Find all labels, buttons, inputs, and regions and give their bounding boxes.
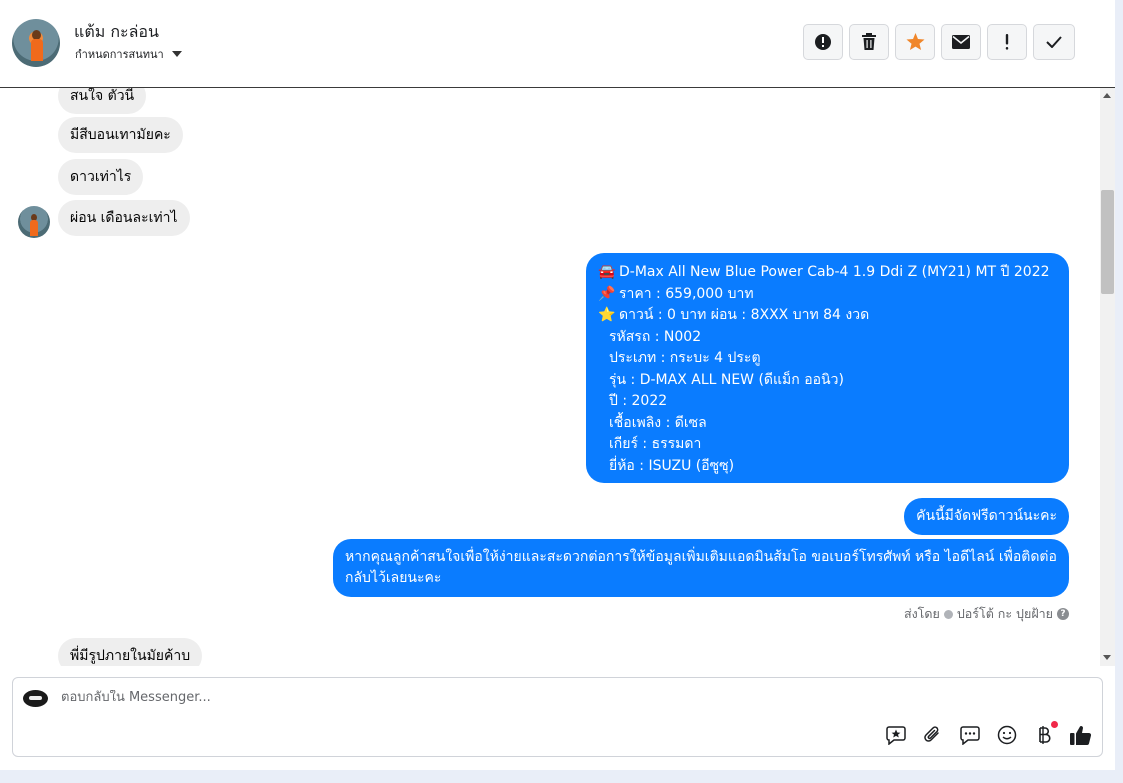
incoming-message: สนใจ ตัวนี [58, 88, 147, 114]
saved-reply-icon [886, 726, 906, 745]
message-thread: สนใจ ตัวนี มีสีบอนเทามัยคะ ดาวเท่าไร ผ่อ… [0, 88, 1100, 666]
mark-unread-button[interactable] [941, 24, 981, 60]
payment-button[interactable] [1033, 721, 1058, 746]
envelope-icon [952, 35, 970, 49]
listing-title: D-Max All New Blue Power Cab-4 1.9 Ddi Z… [619, 264, 1050, 280]
notification-dot [1051, 721, 1058, 728]
scroll-up-icon[interactable] [1103, 93, 1111, 98]
check-icon [1046, 36, 1062, 48]
trash-icon [862, 33, 876, 50]
outgoing-message: หากคุณลูกค้าสนใจเพื่อให้ง่ายและสะดวกต่อก… [333, 539, 1069, 597]
mark-spam-button[interactable] [803, 24, 843, 60]
reply-input[interactable] [61, 690, 761, 705]
thumbs-up-icon [1070, 725, 1092, 745]
saved-reply-button[interactable] [885, 724, 907, 746]
listing-model: รุ่น : D-MAX ALL NEW (ดีแม็ก ออนิว) [609, 371, 844, 388]
sent-by-info: ส่งโดย ปอร์โต้ กะ ปุยฝ้าย ? [904, 604, 1069, 624]
conversation-panel: แต้ม กะล่อน กำหนดการสนทนา สนใจ ตัวนี มีส… [0, 0, 1115, 770]
outgoing-message: คันนี้มีจัดฟรีดาวน์นะคะ [904, 498, 1069, 535]
conversation-toolbar [803, 24, 1075, 60]
composer-actions [885, 721, 1092, 746]
baht-icon [1039, 726, 1051, 744]
star-icon [906, 33, 924, 51]
incoming-message: มีสีบอนเทามัยคะ [58, 117, 183, 153]
incoming-message: ดาวเท่าไร [58, 159, 144, 195]
incoming-message: ผ่อน เดือนละเท่าไ [58, 200, 190, 236]
contact-name[interactable]: แต้ม กะล่อน [74, 20, 159, 45]
listing-price: ราคา : 659,000 บาท [619, 285, 754, 302]
delete-button[interactable] [849, 24, 889, 60]
pushpin-emoji: 📌 [598, 285, 616, 302]
status-label: กำหนดการสนทนา [75, 48, 164, 61]
follow-up-button[interactable] [987, 24, 1027, 60]
contact-avatar[interactable] [12, 19, 60, 67]
page-logo-avatar [23, 690, 48, 707]
agent-status-icon [943, 609, 953, 619]
paperclip-icon [924, 726, 939, 742]
star-button[interactable] [895, 24, 935, 60]
star-emoji: ⭐ [598, 307, 616, 323]
scrollbar-thumb[interactable] [1101, 190, 1114, 294]
attach-button[interactable] [922, 724, 944, 746]
emoji-button[interactable] [996, 724, 1018, 746]
car-listing-message: 🚘 D-Max All New Blue Power Cab-4 1.9 Ddi … [586, 253, 1069, 483]
sender-avatar [18, 206, 50, 238]
quick-reply-button[interactable] [959, 724, 981, 746]
scroll-down-icon[interactable] [1103, 655, 1111, 660]
smiley-icon [997, 725, 1017, 745]
car-emoji: 🚘 [598, 264, 616, 280]
sent-by-prefix: ส่งโดย [903, 606, 940, 621]
mark-done-button[interactable] [1033, 24, 1075, 60]
exclamation-icon [1005, 34, 1009, 50]
listing-code: รหัสรถ : N002 [609, 328, 702, 345]
like-button[interactable] [1070, 724, 1092, 746]
listing-brand: ยี่ห้อ : ISUZU (อีซูซุ) [609, 457, 735, 474]
chat-bubble-icon [960, 726, 980, 745]
listing-fuel: เชื้อเพลิง : ดีเซล [609, 414, 707, 431]
caret-down-icon [171, 51, 182, 57]
conversation-header: แต้ม กะล่อน กำหนดการสนทนา [0, 0, 1115, 88]
listing-year: ปี : 2022 [609, 393, 668, 409]
listing-down-payment: ดาวน์ : 0 บาท ผ่อน : 8XXX บาท 84 งวด [619, 307, 870, 323]
thread-scrollbar[interactable] [1100, 88, 1115, 666]
reply-composer [12, 677, 1103, 757]
listing-type: ประเภท : กระบะ 4 ประตู [609, 350, 761, 366]
alert-circle-icon [815, 34, 831, 50]
incoming-message: พี่มีรูปภายในมัยค้าบ [58, 638, 203, 666]
help-icon[interactable]: ? [1057, 608, 1069, 620]
conversation-status-dropdown[interactable]: กำหนดการสนทนา [75, 45, 182, 63]
listing-gear: เกียร์ : ธรรมดา [609, 436, 702, 452]
sent-by-agent: ปอร์โต้ กะ ปุยฝ้าย [956, 606, 1053, 621]
